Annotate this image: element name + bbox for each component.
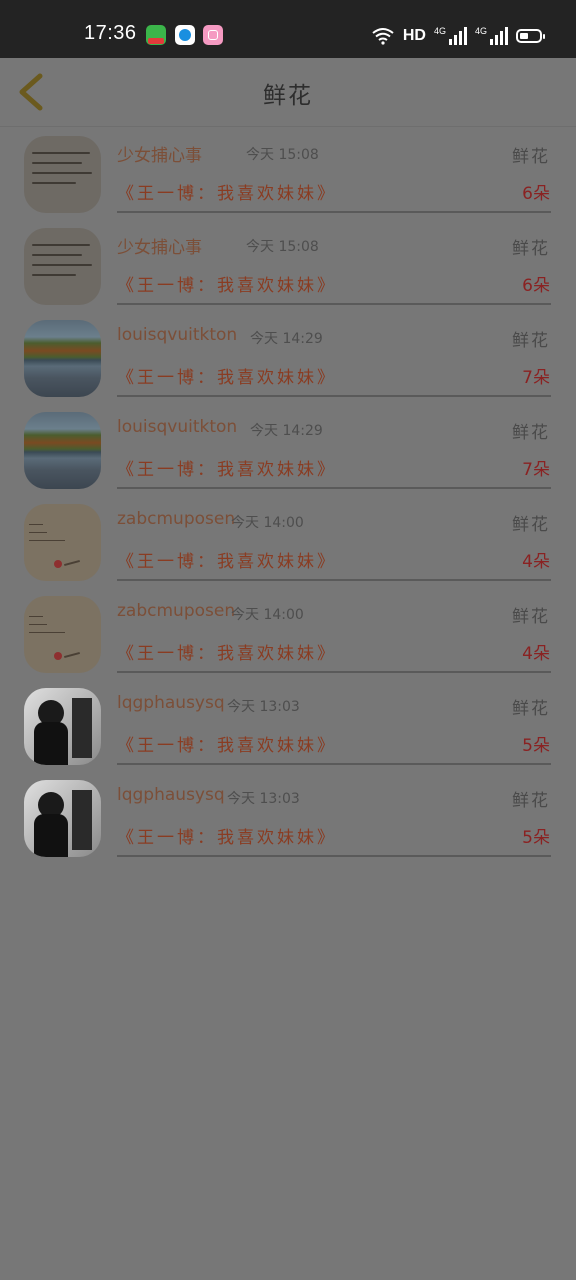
avatar[interactable] [24,320,101,397]
browser-app-icon [175,25,195,45]
avatar[interactable] [24,228,101,305]
gift-count: 5朵 [522,736,550,756]
avatar[interactable] [24,136,101,213]
gift-count: 4朵 [522,644,550,664]
avatar[interactable] [24,412,101,489]
divider [117,211,551,213]
signal-icon-2: 4G [475,27,508,45]
gift-record-list: 少女捕心事 今天 15:08 鲜花 《王一博：我喜欢妹妹》 6朵 少女捕心事 今… [0,127,576,863]
avatar[interactable] [24,596,101,673]
wifi-icon [372,28,394,45]
gift-name: 《王一博：我喜欢妹妹》 [117,828,337,848]
divider [117,671,551,673]
sender-name[interactable]: zabcmuposen [117,509,235,529]
status-time: 17:36 [84,22,137,44]
gift-category: 鲜花 [512,147,550,167]
gift-category: 鲜花 [512,515,550,535]
list-item[interactable]: zabcmuposen 今天 14:00 鲜花 《王一博：我喜欢妹妹》 4朵 [0,587,576,679]
send-time: 今天 14:29 [250,331,323,347]
gift-category: 鲜花 [512,607,550,627]
divider [117,395,551,397]
send-time: 今天 13:03 [227,699,300,715]
status-bar: 17:36 HD 4G 4G [0,0,576,58]
sender-name[interactable]: 少女捕心事 [117,233,202,258]
signal-icon: 4G [434,27,467,45]
sender-name[interactable]: louisqvuitkton [117,417,237,437]
gift-category: 鲜花 [512,331,550,351]
gift-count: 7朵 [522,460,550,480]
gift-name: 《王一博：我喜欢妹妹》 [117,460,337,480]
list-item[interactable]: zabcmuposen 今天 14:00 鲜花 《王一博：我喜欢妹妹》 4朵 [0,495,576,587]
photo-app-icon [203,25,223,45]
send-time: 今天 14:29 [250,423,323,439]
send-time: 今天 15:08 [246,239,319,255]
network-type-2: 4G [474,26,487,36]
gift-category: 鲜花 [512,423,550,443]
divider [117,855,551,857]
divider [117,763,551,765]
sender-name[interactable]: zabcmuposen [117,601,235,621]
battery-icon [516,29,545,43]
sender-name[interactable]: 少女捕心事 [117,141,202,166]
hd-label: HD [402,27,426,44]
send-time: 今天 14:00 [231,607,304,623]
gift-category: 鲜花 [512,699,550,719]
list-item[interactable]: lqgphausysq 今天 13:03 鲜花 《王一博：我喜欢妹妹》 5朵 [0,679,576,771]
send-time: 今天 14:00 [231,515,304,531]
gift-name: 《王一博：我喜欢妹妹》 [117,184,337,204]
gift-name: 《王一博：我喜欢妹妹》 [117,736,337,756]
list-item[interactable]: lqgphausysq 今天 13:03 鲜花 《王一博：我喜欢妹妹》 5朵 [0,771,576,863]
gift-count: 5朵 [522,828,550,848]
video-app-icon [146,25,166,45]
gift-name: 《王一博：我喜欢妹妹》 [117,276,337,296]
gift-category: 鲜花 [512,239,550,259]
avatar[interactable] [24,504,101,581]
send-time: 今天 13:03 [227,791,300,807]
divider [117,487,551,489]
list-item[interactable]: louisqvuitkton 今天 14:29 鲜花 《王一博：我喜欢妹妹》 7… [0,403,576,495]
network-type-1: 4G [433,26,446,36]
status-indicators: HD 4G 4G [371,24,545,48]
list-item[interactable]: 少女捕心事 今天 15:08 鲜花 《王一博：我喜欢妹妹》 6朵 [0,127,576,219]
list-item[interactable]: 少女捕心事 今天 15:08 鲜花 《王一博：我喜欢妹妹》 6朵 [0,219,576,311]
gift-name: 《王一博：我喜欢妹妹》 [117,644,337,664]
gift-count: 6朵 [522,184,550,204]
page-title: 鲜花 [263,83,313,109]
gift-name: 《王一博：我喜欢妹妹》 [117,552,337,572]
sender-name[interactable]: lqgphausysq [117,785,225,805]
gift-count: 7朵 [522,368,550,388]
sender-name[interactable]: lqgphausysq [117,693,225,713]
gift-count: 6朵 [522,276,550,296]
avatar[interactable] [24,780,101,857]
divider [117,579,551,581]
avatar[interactable] [24,688,101,765]
gift-category: 鲜花 [512,791,550,811]
send-time: 今天 15:08 [246,147,319,163]
divider [117,303,551,305]
nav-bar: 鲜花 [0,58,576,127]
gift-name: 《王一博：我喜欢妹妹》 [117,368,337,388]
gift-count: 4朵 [522,552,550,572]
list-item[interactable]: louisqvuitkton 今天 14:29 鲜花 《王一博：我喜欢妹妹》 7… [0,311,576,403]
sender-name[interactable]: louisqvuitkton [117,325,237,345]
